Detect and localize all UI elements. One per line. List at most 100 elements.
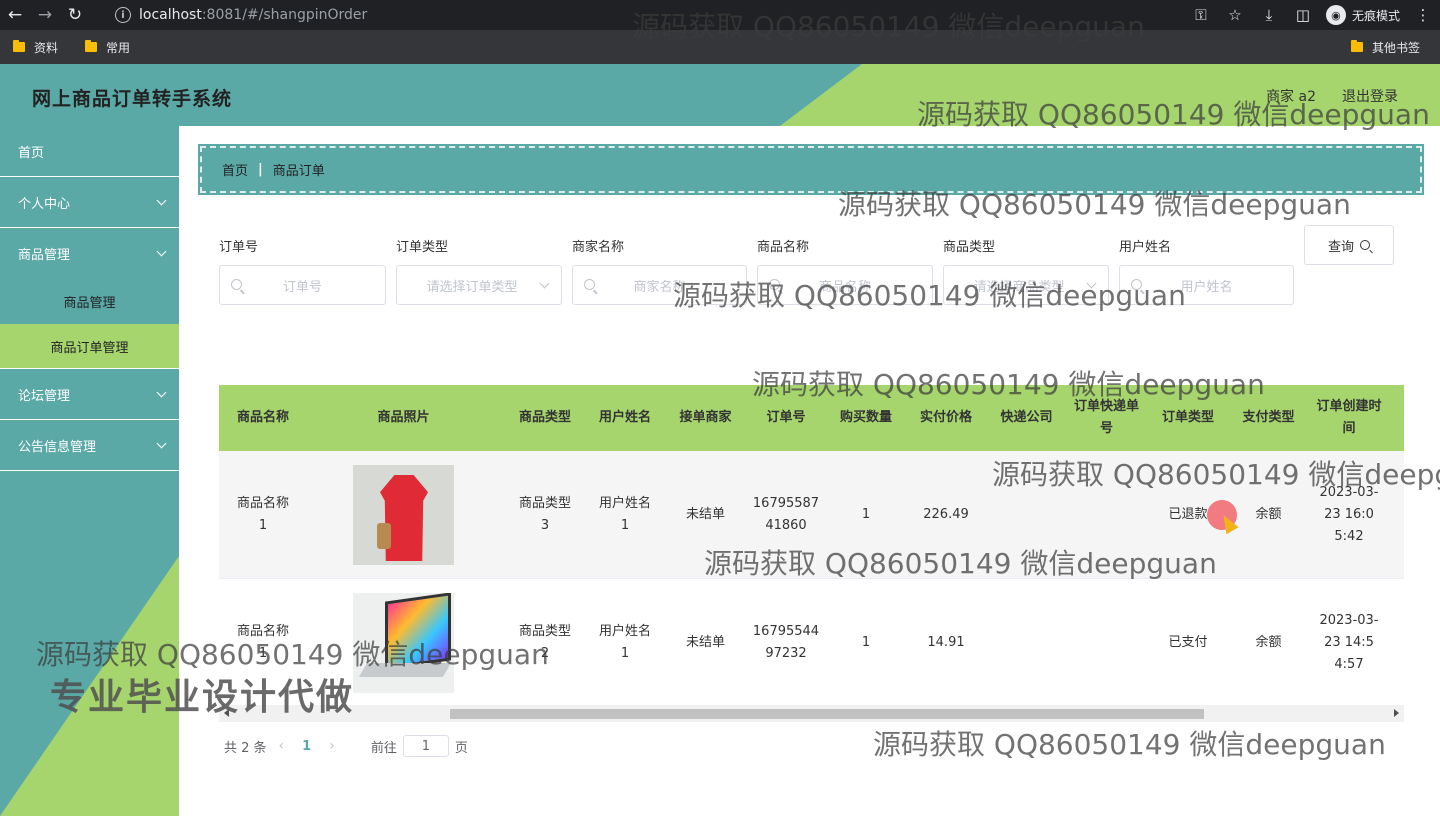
table-row[interactable]: 商品名称1 商品类型2 用户姓名1 未结单 1679554497232 1 14…: [219, 579, 1404, 707]
sidebar-subitem-product-manage[interactable]: 商品管理: [0, 279, 179, 324]
column-header[interactable]: 商品类型: [505, 385, 585, 451]
search-icon: [1131, 279, 1142, 290]
column-header[interactable]: 订单创建时间: [1315, 385, 1383, 451]
column-header[interactable]: 购买数量: [826, 385, 906, 451]
filter-order-no: 订单号 订单号: [219, 236, 386, 305]
back-icon[interactable]: ←: [0, 0, 30, 30]
table-horizontal-scrollbar[interactable]: [219, 705, 1404, 722]
logout-link[interactable]: 退出登录: [1342, 86, 1398, 106]
chevron-down-icon: [156, 438, 167, 449]
folder-icon: [85, 40, 98, 52]
chevron-right-icon[interactable]: ›: [329, 738, 335, 754]
pagination: 共 2 条 ‹ 1 › 前往 1 页: [224, 733, 468, 759]
goto-page-input[interactable]: 1: [402, 735, 449, 757]
other-bookmarks[interactable]: 其他书签: [1350, 39, 1420, 56]
site-info-icon[interactable]: i: [115, 7, 131, 23]
sidebar-subitem-order-manage[interactable]: 商品订单管理: [0, 324, 179, 369]
filter-label: 商家名称: [572, 240, 625, 255]
sidebar-item-products[interactable]: 商品管理: [0, 228, 179, 279]
chevron-down-icon: [156, 387, 167, 398]
column-header[interactable]: 商品照片: [307, 385, 500, 451]
sidebar-item-profile[interactable]: 个人中心: [0, 177, 179, 228]
cell-order-no: 1679554497232: [752, 624, 820, 661]
column-header[interactable]: 订单号: [746, 385, 826, 451]
column-header[interactable]: 实付价格: [906, 385, 986, 451]
cell-express-no: [1074, 579, 1139, 707]
scroll-left-icon[interactable]: [224, 709, 229, 717]
incognito-label: 无痕模式: [1351, 8, 1400, 23]
key-icon[interactable]: ⚿: [1184, 0, 1218, 30]
column-header[interactable]: 订单快递单号: [1074, 385, 1139, 451]
cell-express-no: [1074, 451, 1139, 579]
cell-product-photo: [307, 579, 500, 707]
merchant-name-input[interactable]: 商家名称: [572, 265, 747, 305]
cell-price: 226.49: [923, 507, 969, 522]
product-type-select[interactable]: 请选择商品类型: [943, 265, 1109, 305]
cell-product-name: 商品名称1: [236, 496, 289, 533]
chevron-down-icon: [156, 195, 167, 206]
order-type-select[interactable]: 请选择订单类型: [396, 265, 562, 305]
cell-product-name: 商品名称1: [236, 624, 289, 661]
user-name-input[interactable]: 用户姓名: [1119, 265, 1294, 305]
reload-icon[interactable]: ↻: [60, 0, 90, 30]
goto-label: 前往: [370, 740, 397, 756]
download-icon[interactable]: ⤓: [1252, 0, 1286, 30]
app-header: 网上商品订单转手系统 商家 a2 退出登录: [0, 64, 1440, 126]
scrollbar-thumb[interactable]: [450, 709, 1204, 719]
page-number-current[interactable]: 1: [302, 739, 311, 754]
cell-created-time: 2023-03-23 14:54:57: [1319, 613, 1379, 672]
table-header: 商品名称 商品照片 商品类型 用户姓名 接单商家 订单号 购买数量 实付价格 快…: [219, 385, 1404, 451]
column-header[interactable]: 用户姓名: [585, 385, 665, 451]
sidepanel-icon[interactable]: ◫: [1286, 0, 1320, 30]
scroll-right-icon[interactable]: [1394, 709, 1399, 717]
column-header[interactable]: 支付类型: [1228, 385, 1309, 451]
search-icon: [769, 279, 780, 290]
sidebar-item-home[interactable]: 首页: [0, 126, 179, 177]
breadcrumb: 首页 | 商品订单: [200, 146, 1422, 193]
filter-order-type: 订单类型 请选择订单类型: [396, 236, 562, 305]
filter-label: 用户姓名: [1119, 240, 1172, 255]
cell-price: 14.91: [927, 635, 965, 650]
product-photo[interactable]: [353, 465, 454, 565]
page-suffix: 页: [454, 740, 468, 756]
cell-pay-type: 余额: [1255, 635, 1282, 650]
product-name-input[interactable]: 商品名称: [757, 265, 933, 305]
url-path: :8081/#/shangpinOrder: [201, 7, 368, 23]
star-icon[interactable]: ☆: [1218, 0, 1252, 30]
chevron-down-icon: [156, 246, 167, 257]
column-header[interactable]: 商品名称: [219, 385, 307, 451]
current-user: 商家 a2: [1266, 89, 1316, 105]
filter-label: 订单号: [219, 240, 259, 255]
filter-label: 订单类型: [396, 240, 449, 255]
bookmarks-bar: 资料 常用 其他书签: [0, 30, 1440, 64]
chevron-left-icon[interactable]: ‹: [279, 738, 285, 754]
app-title: 网上商品订单转手系统: [32, 88, 233, 110]
order-no-input[interactable]: 订单号: [219, 265, 386, 305]
filter-product-type: 商品类型 请选择商品类型: [943, 236, 1109, 305]
bookmark-folder[interactable]: 常用: [85, 39, 130, 56]
filter-product-name: 商品名称 商品名称: [757, 236, 933, 305]
column-header[interactable]: 接单商家: [665, 385, 746, 451]
query-button[interactable]: 查询: [1304, 225, 1394, 265]
sidebar-item-notice[interactable]: 公告信息管理: [0, 420, 179, 471]
breadcrumb-home[interactable]: 首页: [222, 160, 248, 179]
search-icon: [584, 279, 595, 290]
bookmark-folder[interactable]: 资料: [13, 39, 58, 56]
filter-merchant-name: 商家名称 商家名称: [572, 236, 747, 305]
column-header[interactable]: 快递公司: [986, 385, 1067, 451]
address-bar[interactable]: i localhost:8081/#/shangpinOrder: [105, 3, 1245, 27]
incognito-indicator[interactable]: ◉ 无痕模式: [1325, 5, 1400, 25]
sidebar-item-forum[interactable]: 论坛管理: [0, 369, 179, 420]
column-header[interactable]: 订单类型: [1148, 385, 1228, 451]
cell-express: [986, 451, 1067, 579]
product-photo[interactable]: [353, 593, 454, 693]
cell-order-no: 1679558741860: [752, 496, 820, 533]
cell-order-type: 已支付: [1168, 635, 1208, 650]
cell-pay-type: 余额: [1255, 507, 1282, 522]
incognito-icon: ◉: [1325, 5, 1346, 25]
folder-icon: [1350, 40, 1363, 52]
url-host: localhost: [139, 7, 202, 23]
menu-icon[interactable]: ⋮: [1406, 0, 1440, 30]
cell-express: [986, 579, 1067, 707]
forward-icon[interactable]: →: [30, 0, 60, 30]
